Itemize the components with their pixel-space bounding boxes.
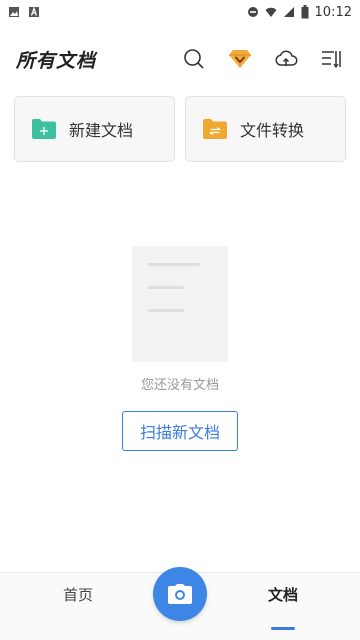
vip-diamond-icon — [229, 50, 251, 68]
status-left — [8, 6, 40, 18]
nav-documents[interactable]: 文档 — [267, 585, 299, 605]
new-document-label: 新建文档 — [69, 121, 134, 140]
empty-message: 您还没有文档 — [140, 378, 219, 393]
page-title: 所有文档 — [16, 49, 97, 72]
status-bar: 10:12 — [0, 0, 360, 24]
cloud-upload-icon — [275, 50, 298, 66]
sort-icon — [322, 51, 341, 69]
scan-new-document-button[interactable]: 扫描新文档 — [122, 411, 238, 451]
illustration-line — [148, 263, 200, 266]
header-actions — [182, 47, 344, 71]
illustration-line — [148, 286, 184, 289]
nav-home[interactable]: 首页 — [62, 585, 94, 605]
file-convert-label: 文件转换 — [240, 121, 305, 140]
active-tab-indicator — [271, 627, 295, 630]
camera-icon — [168, 584, 192, 604]
battery-icon — [301, 5, 309, 19]
status-right: 10:12 — [247, 5, 352, 20]
empty-state: 您还没有文档 扫描新文档 — [0, 246, 360, 451]
sort-button[interactable] — [320, 47, 344, 71]
empty-document-illustration — [132, 246, 228, 362]
cloud-upload-button[interactable] — [274, 47, 298, 71]
new-folder-icon — [32, 119, 56, 139]
wifi-icon — [265, 7, 277, 17]
image-icon — [9, 7, 19, 17]
action-cards: 新建文档 文件转换 — [14, 96, 346, 162]
status-time: 10:12 — [314, 4, 352, 20]
search-button[interactable] — [182, 47, 206, 71]
new-document-card[interactable]: 新建文档 — [14, 96, 175, 162]
search-icon — [184, 49, 204, 69]
dnd-icon — [247, 7, 258, 17]
vip-button[interactable] — [228, 47, 252, 71]
a-icon — [29, 6, 39, 17]
camera-scan-button[interactable] — [153, 567, 207, 621]
app-header: 所有文档 — [0, 38, 360, 80]
signal-icon — [283, 7, 294, 17]
convert-folder-icon — [203, 119, 227, 139]
file-convert-card[interactable]: 文件转换 — [185, 96, 346, 162]
illustration-line — [148, 309, 184, 312]
